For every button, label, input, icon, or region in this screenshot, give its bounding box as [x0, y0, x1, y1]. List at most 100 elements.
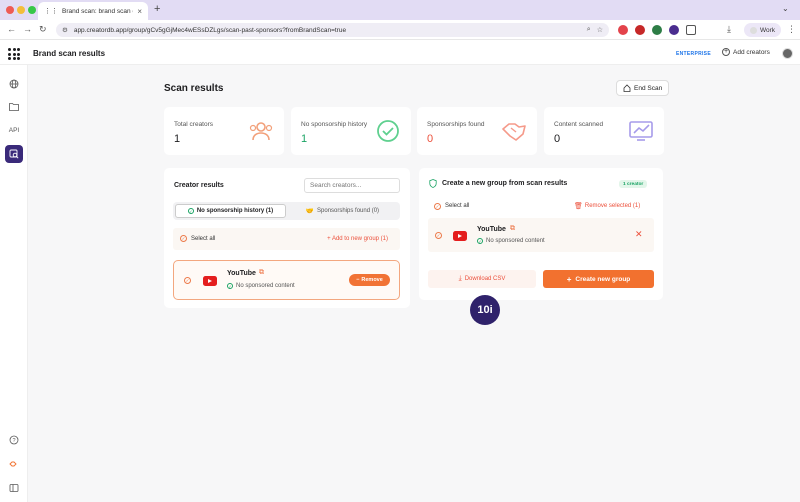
- creator-results-title: Creator results: [174, 182, 224, 189]
- creator-status: ✓ No sponsored content: [477, 238, 545, 244]
- download-csv-label: Download CSV: [464, 276, 506, 282]
- creator-status: ✓ No sponsored content: [227, 283, 295, 289]
- browser-tab[interactable]: ⋮⋮ Brand scan: brand scan draft ×: [38, 2, 148, 20]
- users-icon: [249, 122, 273, 141]
- folder-icon[interactable]: [5, 97, 23, 115]
- external-link-icon[interactable]: ⧉: [510, 225, 515, 233]
- download-icon: ⤓: [458, 275, 462, 282]
- stat-label: Content scanned: [554, 121, 604, 128]
- help-icon[interactable]: ?: [5, 431, 23, 449]
- tab-no-sponsorship-history[interactable]: ✓ No sponsorship history (1): [175, 204, 286, 218]
- stat-card-no-sponsorship: No sponsorship history 1: [291, 107, 411, 155]
- select-all-checkbox[interactable]: ✓: [180, 235, 187, 242]
- close-icon[interactable]: ×: [137, 7, 142, 16]
- extension-icon[interactable]: [652, 25, 662, 35]
- create-group-label: Create new group: [575, 275, 631, 283]
- app-grid-logo-icon[interactable]: [8, 48, 20, 60]
- bookmark-star-icon[interactable]: ☆: [597, 26, 603, 34]
- create-new-group-button[interactable]: + Create new group: [543, 270, 654, 288]
- plus-icon: +: [566, 274, 572, 284]
- download-csv-button[interactable]: ⤓ Download CSV: [428, 270, 536, 288]
- browser-menu-icon[interactable]: ⋮: [787, 24, 796, 35]
- forward-icon[interactable]: →: [23, 24, 32, 34]
- analytics-chart-icon: [629, 121, 653, 141]
- browser-tab-bar: ⋮⋮ Brand scan: brand scan draft × + ⌄: [0, 0, 800, 20]
- collapse-sidebar-icon[interactable]: [5, 479, 23, 497]
- chevron-down-icon[interactable]: ⌄: [782, 4, 789, 13]
- stat-label: No sponsorship history: [301, 121, 368, 128]
- check-circle-icon: ✓: [477, 238, 483, 244]
- tab-label: Sponsorships found (0): [317, 208, 380, 214]
- tab-sponsorships-found[interactable]: 🤝 Sponsorships found (0): [287, 204, 398, 218]
- maximize-window-button[interactable]: [28, 6, 36, 14]
- creator-status-text: No sponsored content: [236, 283, 295, 289]
- plan-badge: ENTERPRISE: [676, 51, 711, 57]
- reload-icon[interactable]: ↻: [39, 24, 47, 35]
- external-link-icon[interactable]: ⧉: [259, 269, 264, 277]
- end-scan-label: End Scan: [634, 84, 663, 92]
- address-bar[interactable]: ⚙ app.creatordb.app/group/gCv5gGjMec4wES…: [56, 23, 609, 37]
- creator-checkbox[interactable]: ✓: [184, 277, 191, 284]
- new-tab-button[interactable]: +: [154, 3, 160, 15]
- add-to-new-group-link[interactable]: + Add to new group (1): [327, 236, 388, 242]
- home-icon: [623, 84, 631, 92]
- close-window-button[interactable]: [6, 6, 14, 14]
- stat-label: Sponsorships found: [427, 121, 485, 128]
- stat-card-sponsorships-found: Sponsorships found 0: [417, 107, 537, 155]
- new-group-title: Create a new group from scan results: [442, 180, 568, 187]
- avatar[interactable]: [782, 48, 793, 59]
- url-text[interactable]: app.creatordb.app/group/gCv5gGjMec4wESsD…: [74, 27, 581, 34]
- puzzle-extensions-icon[interactable]: [686, 25, 696, 35]
- stat-value: 1: [174, 133, 181, 145]
- creator-name: YouTube: [477, 226, 506, 233]
- handshake-icon: 🤝: [305, 208, 315, 215]
- select-all-label: Select all: [191, 236, 216, 242]
- zoom-icon[interactable]: ⌕: [587, 26, 591, 34]
- browser-toolbar: ← → ↻ ⚙ app.creatordb.app/group/gCv5gGjM…: [0, 20, 800, 40]
- app-header: Brand scan results ENTERPRISE + Add crea…: [0, 41, 800, 65]
- handshake-icon[interactable]: [5, 455, 23, 473]
- extension-icon[interactable]: [669, 25, 679, 35]
- extension-icon[interactable]: [618, 25, 628, 35]
- add-creators-button[interactable]: + Add creators: [722, 48, 770, 56]
- end-scan-button[interactable]: End Scan: [616, 80, 670, 96]
- group-creator-row[interactable]: ✓ YouTube ⧉ ✓ No sponsored content ✕: [428, 218, 654, 252]
- rail-api-link[interactable]: API: [5, 121, 23, 139]
- shield-icon: [429, 179, 437, 188]
- profile-chip[interactable]: Work: [744, 23, 782, 37]
- creator-checkbox[interactable]: ✓: [435, 232, 442, 239]
- globe-icon[interactable]: [5, 75, 23, 93]
- grid-favicon-icon: ⋮⋮: [44, 8, 58, 15]
- creator-results-panel: Creator results ✓ No sponsorship history…: [164, 168, 410, 308]
- plus-circle-icon: +: [722, 48, 730, 56]
- main-content: Scan results End Scan Total creators 1 N…: [28, 65, 800, 502]
- creator-card[interactable]: ✓ YouTube ⧉ ✓ No sponsored content − Rem…: [173, 260, 400, 300]
- page-title: Scan results: [164, 83, 224, 94]
- check-circle-icon: ✓: [227, 283, 233, 289]
- results-tab-switcher: ✓ No sponsorship history (1) 🤝 Sponsorsh…: [173, 202, 400, 220]
- select-all-label: Select all: [445, 203, 470, 209]
- extension-icon[interactable]: [635, 25, 645, 35]
- youtube-logo-icon: [203, 276, 217, 286]
- stat-value: 1: [301, 133, 308, 145]
- minimize-window-button[interactable]: [17, 6, 25, 14]
- site-settings-icon[interactable]: ⚙: [62, 26, 68, 34]
- stat-value: 0: [554, 133, 561, 145]
- back-icon[interactable]: ←: [7, 24, 16, 34]
- stat-card-content-scanned: Content scanned 0: [544, 107, 664, 155]
- download-icon[interactable]: ⤓: [727, 24, 731, 35]
- remove-selected-label: Remove selected (1): [584, 203, 641, 209]
- brand-scan-icon[interactable]: [5, 145, 23, 163]
- select-all-checkbox[interactable]: ✓: [434, 203, 441, 210]
- search-input[interactable]: [304, 178, 400, 193]
- remove-label: Remove: [361, 277, 383, 283]
- tab-title: Brand scan: brand scan draft: [62, 7, 133, 15]
- remove-selected-button[interactable]: 🗑 Remove selected (1): [574, 202, 640, 210]
- step-annotation-badge: 10i: [470, 295, 500, 325]
- profile-avatar-icon: [750, 26, 757, 34]
- stat-label: Total creators: [174, 121, 214, 128]
- close-icon[interactable]: ✕: [635, 229, 643, 240]
- creator-status-text: No sponsored content: [486, 238, 545, 244]
- remove-button[interactable]: − Remove: [349, 274, 390, 286]
- select-all-row: ✓ Select all + Add to new group (1): [173, 228, 400, 250]
